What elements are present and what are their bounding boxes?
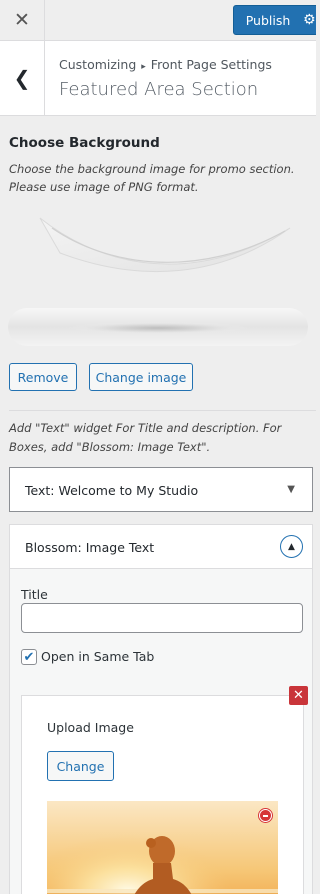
change-upload-button[interactable]: Change bbox=[47, 751, 114, 781]
widget-blossom-image-text: Blossom: Image Text ▲ Title ✔ Open in Sa… bbox=[9, 524, 313, 894]
remove-image-icon[interactable] bbox=[259, 809, 272, 822]
section-divider bbox=[9, 410, 316, 411]
background-image-preview bbox=[0, 198, 316, 350]
widget-name-label: Blossom: Image Text bbox=[25, 540, 155, 555]
widget-type-label: Text: bbox=[25, 483, 55, 498]
expand-arrow-icon[interactable]: ▼ bbox=[287, 484, 295, 495]
widget-text-welcome[interactable]: Text: Welcome to My Studio ▼ bbox=[9, 467, 313, 512]
widget-name-label: Welcome to My Studio bbox=[58, 483, 199, 498]
title-input[interactable] bbox=[21, 603, 303, 633]
widget-header[interactable]: Blossom: Image Text ▲ bbox=[10, 525, 312, 569]
title-field-label: Title bbox=[21, 587, 48, 602]
chevron-left-icon: ❮ bbox=[13, 66, 31, 90]
close-customizer-button[interactable]: ✕ bbox=[0, 0, 45, 40]
uploaded-image-thumbnail bbox=[47, 801, 278, 894]
background-control-title: Choose Background bbox=[9, 135, 160, 151]
remove-background-button[interactable]: Remove bbox=[9, 363, 77, 391]
breadcrumb-root: Customizing bbox=[59, 57, 137, 72]
back-button[interactable]: ❮ bbox=[0, 41, 45, 115]
open-same-tab-checkbox[interactable]: ✔ bbox=[21, 649, 37, 665]
customizer-header: ✕ Publish ⚙ bbox=[0, 0, 316, 41]
breadcrumb-separator-icon: ▸ bbox=[141, 62, 146, 72]
upload-image-box: Upload Image Change bbox=[21, 695, 304, 894]
section-title: Featured Area Section bbox=[59, 79, 259, 100]
publish-button[interactable]: Publish bbox=[233, 5, 303, 35]
checkmark-icon: ✔ bbox=[23, 649, 35, 665]
close-icon: ✕ bbox=[14, 9, 30, 31]
widget-body: Title ✔ Open in Same Tab Upload Image Ch… bbox=[10, 569, 312, 894]
publish-settings-button[interactable]: ⚙ bbox=[302, 5, 316, 35]
widget-instructions: Add "Text" widget For Title and descript… bbox=[9, 421, 282, 454]
breadcrumb: Customizing ▸ Front Page Settings bbox=[59, 57, 272, 72]
background-control-description: Choose the background image for promo se… bbox=[9, 162, 295, 194]
open-same-tab-label: Open in Same Tab bbox=[41, 649, 155, 664]
upload-image-label: Upload Image bbox=[47, 720, 134, 735]
gear-icon: ⚙ bbox=[303, 12, 316, 28]
collapse-toggle-icon[interactable]: ▲ bbox=[280, 535, 303, 558]
change-background-button[interactable]: Change image bbox=[89, 363, 193, 391]
widget-title: Text: Welcome to My Studio bbox=[25, 483, 198, 498]
delete-widget-icon[interactable]: ✕ bbox=[289, 686, 308, 705]
section-header: ❮ Customizing ▸ Front Page Settings Featur… bbox=[0, 41, 316, 116]
breadcrumb-parent: Front Page Settings bbox=[150, 57, 272, 72]
